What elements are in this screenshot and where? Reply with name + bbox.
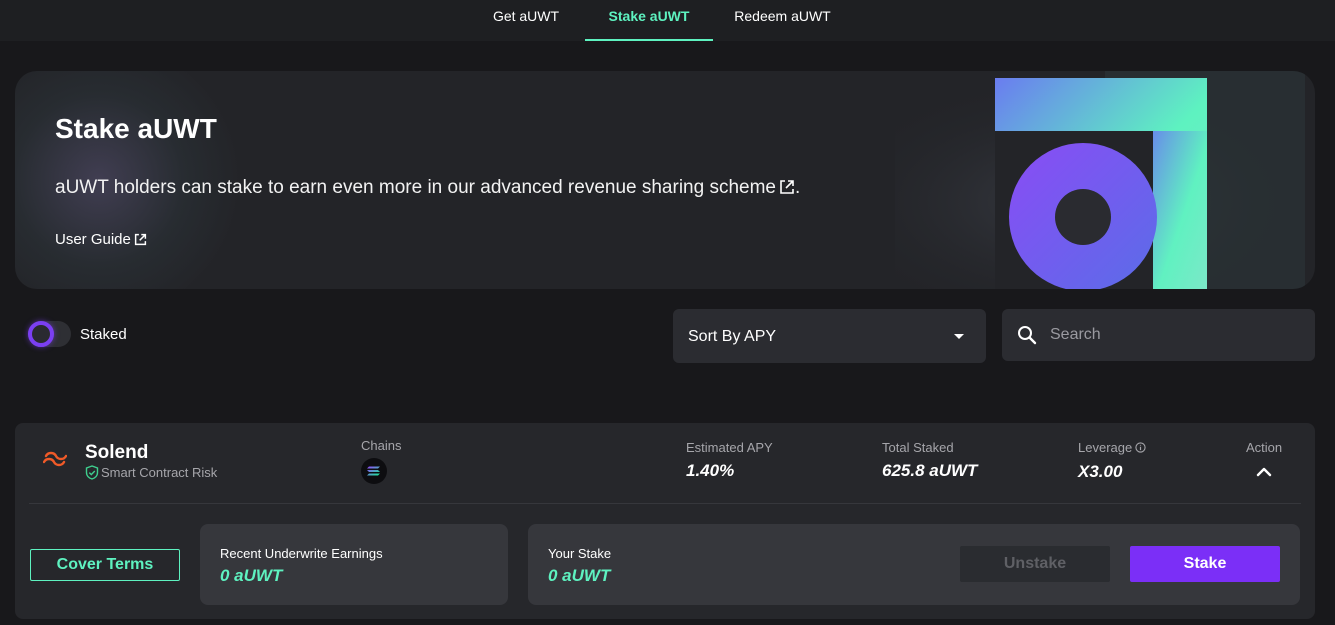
- hero-banner: Stake aUWT aUWT holders can stake to ear…: [15, 71, 1315, 289]
- external-link-icon: [134, 233, 146, 246]
- total-staked-label: Total Staked: [882, 440, 954, 455]
- pool-name: Solend: [85, 442, 149, 463]
- page-title: Stake aUWT: [55, 113, 217, 144]
- tab-redeem-auwt[interactable]: Redeem aUWT: [720, 0, 845, 41]
- card-divider: [29, 503, 1301, 504]
- earnings-label: Recent Underwrite Earnings: [220, 546, 383, 561]
- pool-card: Solend Smart Contract Risk Chains Estima…: [15, 423, 1315, 619]
- cover-terms-button[interactable]: Cover Terms: [30, 549, 180, 581]
- your-stake-panel: Your Stake 0 aUWT Unstake Stake: [528, 524, 1300, 605]
- info-icon[interactable]: [1135, 442, 1146, 453]
- chevron-up-icon[interactable]: [1255, 465, 1273, 479]
- tab-get-auwt[interactable]: Get aUWT: [474, 0, 578, 41]
- caret-down-icon: [954, 334, 964, 339]
- earnings-panel: Recent Underwrite Earnings 0 aUWT: [200, 524, 508, 605]
- leverage-header: Leverage: [1078, 440, 1146, 455]
- sort-dropdown-value: Sort By APY: [688, 328, 777, 345]
- leverage-value: X3.00: [1078, 462, 1123, 481]
- action-label: Action: [1246, 440, 1283, 455]
- stake-button[interactable]: Stake: [1130, 546, 1280, 582]
- hero-description-text: aUWT holders can stake to earn even more…: [55, 177, 776, 198]
- apy-label: Estimated APY: [686, 440, 773, 455]
- toggle-knob: [28, 321, 54, 347]
- search-icon: [1018, 326, 1037, 345]
- shield-check-icon: [85, 465, 99, 480]
- sort-dropdown[interactable]: Sort By APY: [673, 309, 986, 363]
- hero-description: aUWT holders can stake to earn even more…: [55, 177, 800, 199]
- top-nav: Get aUWT Stake aUWT Redeem aUWT: [0, 0, 1335, 41]
- staked-toggle[interactable]: [28, 321, 71, 347]
- chains-label: Chains: [361, 438, 402, 453]
- solend-logo-icon: [43, 451, 67, 467]
- pool-risk-type: Smart Contract Risk: [85, 465, 217, 480]
- hero-illustration: [895, 71, 1315, 289]
- earnings-value: 0 aUWT: [220, 566, 283, 585]
- solana-icon: [361, 458, 387, 484]
- unstake-button[interactable]: Unstake: [960, 546, 1110, 582]
- total-staked-value: 625.8 aUWT: [882, 461, 978, 480]
- your-stake-label: Your Stake: [548, 546, 612, 561]
- user-guide-label: User Guide: [55, 231, 131, 248]
- search-box: [1002, 309, 1315, 361]
- leverage-label: Leverage: [1078, 440, 1133, 455]
- pool-risk-label: Smart Contract Risk: [101, 465, 218, 480]
- staked-toggle-label: Staked: [80, 326, 127, 343]
- your-stake-value: 0 aUWT: [548, 566, 611, 585]
- apy-value: 1.40%: [686, 461, 735, 480]
- hero-description-suffix: .: [795, 177, 801, 198]
- user-guide-link[interactable]: User Guide: [55, 231, 147, 248]
- tab-stake-auwt[interactable]: Stake aUWT: [585, 0, 713, 41]
- external-link-icon[interactable]: [779, 179, 795, 195]
- search-input[interactable]: [1050, 323, 1300, 347]
